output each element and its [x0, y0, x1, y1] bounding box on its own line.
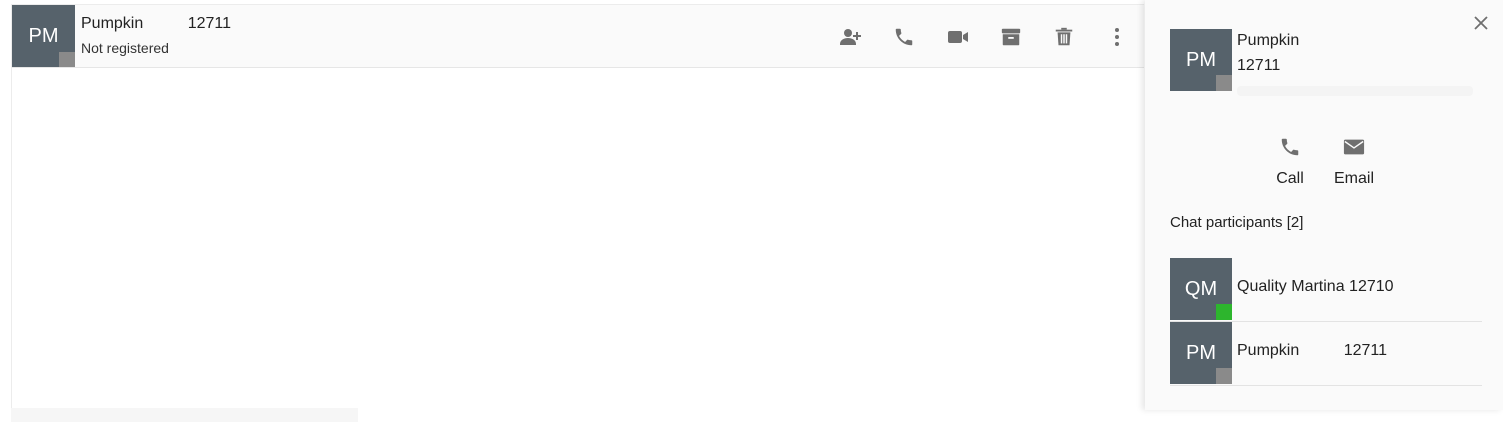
call-label: Call: [1276, 170, 1304, 187]
redacted-line: [1237, 86, 1473, 96]
more-vertical-icon[interactable]: [1105, 25, 1129, 49]
trash-icon[interactable]: [1052, 25, 1076, 49]
status-indicator: [1216, 75, 1232, 91]
status-indicator: [1216, 368, 1232, 384]
contact-info-panel: PM Pumpkin 12711 Call Email Chat partici…: [1145, 0, 1503, 410]
contact-extension: 12711: [1237, 57, 1281, 74]
chat-pane: PM Pumpkin 12711 Not registered: [11, 4, 1144, 408]
avatar-initials: PM: [28, 24, 59, 47]
avatar: QM: [1170, 258, 1232, 320]
avatar[interactable]: PM: [12, 5, 75, 67]
participant-item[interactable]: QM Quality Martina 12710: [1170, 258, 1482, 322]
email-button[interactable]: Email: [1324, 136, 1384, 188]
envelope-icon: [1343, 139, 1365, 155]
avatar-initials: QM: [1184, 277, 1218, 300]
participants-title: Chat participants [2]: [1170, 214, 1304, 231]
contact-name: Pumpkin 12711: [81, 15, 232, 32]
status-indicator: [1216, 304, 1232, 320]
registration-status: Not registered: [81, 40, 169, 56]
call-button[interactable]: Call: [1260, 136, 1320, 188]
add-person-icon[interactable]: [839, 25, 863, 49]
avatar: PM: [1170, 322, 1232, 384]
chat-header: PM Pumpkin 12711 Not registered: [12, 5, 1144, 68]
phone-icon[interactable]: [892, 25, 916, 49]
contact-name: Pumpkin: [1237, 32, 1300, 49]
status-indicator: [59, 52, 75, 67]
message-input-area[interactable]: [11, 408, 358, 422]
avatar: PM: [1170, 29, 1232, 91]
avatar-initials: PM: [1186, 341, 1216, 364]
close-icon[interactable]: [1472, 14, 1490, 32]
avatar-initials: PM: [1186, 48, 1216, 71]
participant-name: Quality Martina 12710: [1237, 278, 1394, 295]
email-label: Email: [1333, 170, 1374, 187]
video-camera-icon[interactable]: [946, 25, 970, 49]
participant-name: Pumpkin 12711: [1237, 342, 1388, 359]
participant-item[interactable]: PM Pumpkin 12711: [1170, 322, 1482, 386]
phone-icon: [1281, 138, 1299, 156]
archive-icon[interactable]: [999, 25, 1023, 49]
